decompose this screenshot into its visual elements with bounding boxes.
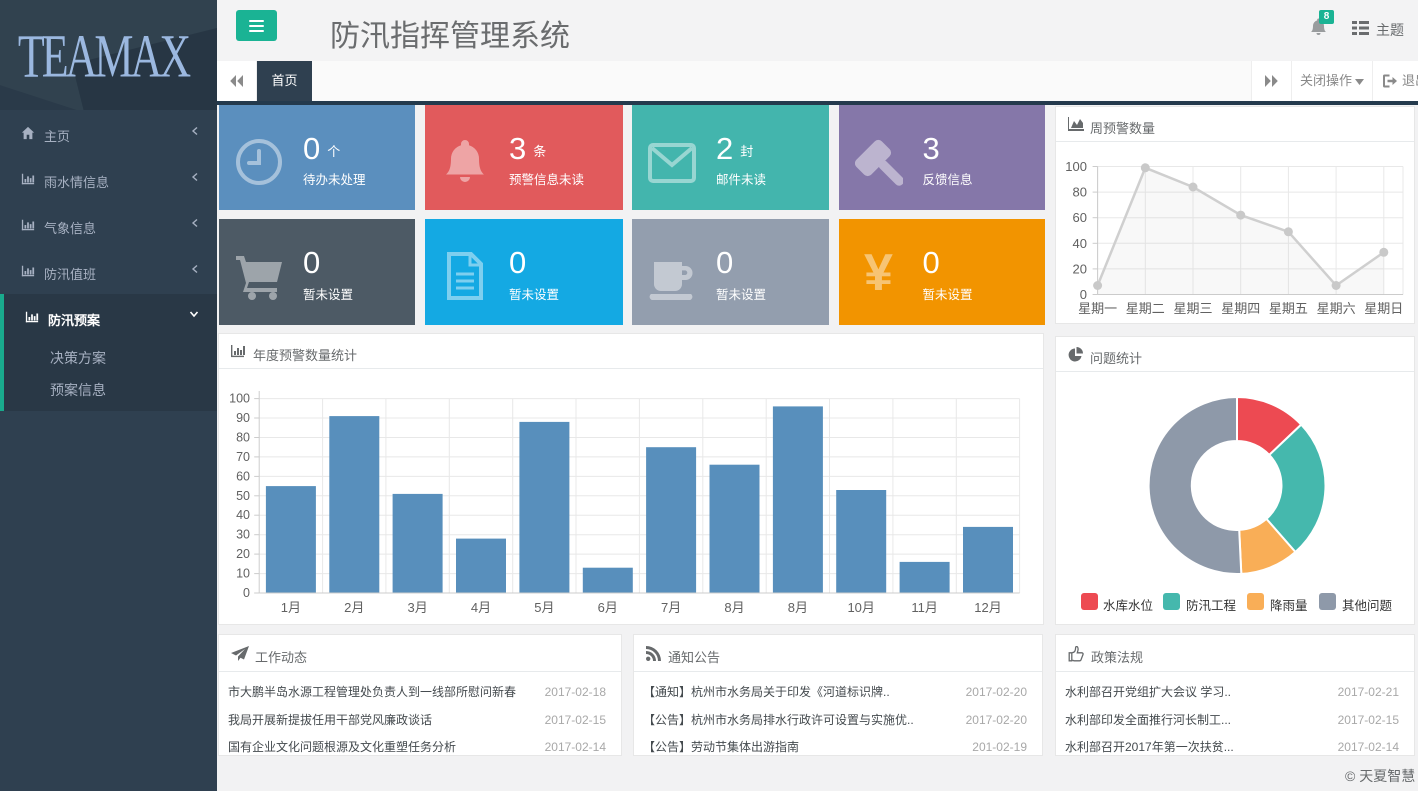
svg-text:80: 80 <box>236 430 250 444</box>
svg-text:10月: 10月 <box>847 600 874 615</box>
svg-text:11月: 11月 <box>911 600 938 615</box>
svg-text:8月: 8月 <box>788 600 808 615</box>
svg-text:星期一: 星期一 <box>1078 301 1117 316</box>
svg-text:5月: 5月 <box>534 600 554 615</box>
svg-text:星期日: 星期日 <box>1364 301 1403 316</box>
svg-text:星期二: 星期二 <box>1126 301 1165 316</box>
svg-text:40: 40 <box>1073 236 1087 251</box>
svg-text:1月: 1月 <box>281 600 301 615</box>
svg-text:星期六: 星期六 <box>1317 301 1356 316</box>
svg-text:0: 0 <box>243 586 250 600</box>
svg-text:100: 100 <box>229 391 250 405</box>
svg-text:30: 30 <box>236 527 250 541</box>
svg-text:星期五: 星期五 <box>1269 301 1308 316</box>
svg-text:10: 10 <box>236 566 250 580</box>
svg-text:4月: 4月 <box>471 600 491 615</box>
svg-text:70: 70 <box>236 449 250 463</box>
svg-text:12月: 12月 <box>974 600 1001 615</box>
svg-text:0: 0 <box>1080 287 1087 302</box>
svg-text:7月: 7月 <box>661 600 681 615</box>
svg-text:60: 60 <box>1073 210 1087 225</box>
svg-text:6月: 6月 <box>598 600 618 615</box>
svg-text:星期四: 星期四 <box>1221 301 1260 316</box>
svg-text:8月: 8月 <box>724 600 744 615</box>
svg-text:2月: 2月 <box>344 600 364 615</box>
svg-text:20: 20 <box>236 547 250 561</box>
svg-text:星期三: 星期三 <box>1173 301 1212 316</box>
svg-text:3月: 3月 <box>407 600 427 615</box>
svg-text:60: 60 <box>236 469 250 483</box>
svg-text:90: 90 <box>236 411 250 425</box>
svg-text:50: 50 <box>236 488 250 502</box>
svg-text:20: 20 <box>1073 261 1087 276</box>
svg-text:100: 100 <box>1065 159 1087 174</box>
svg-text:40: 40 <box>236 508 250 522</box>
svg-text:80: 80 <box>1073 185 1087 200</box>
